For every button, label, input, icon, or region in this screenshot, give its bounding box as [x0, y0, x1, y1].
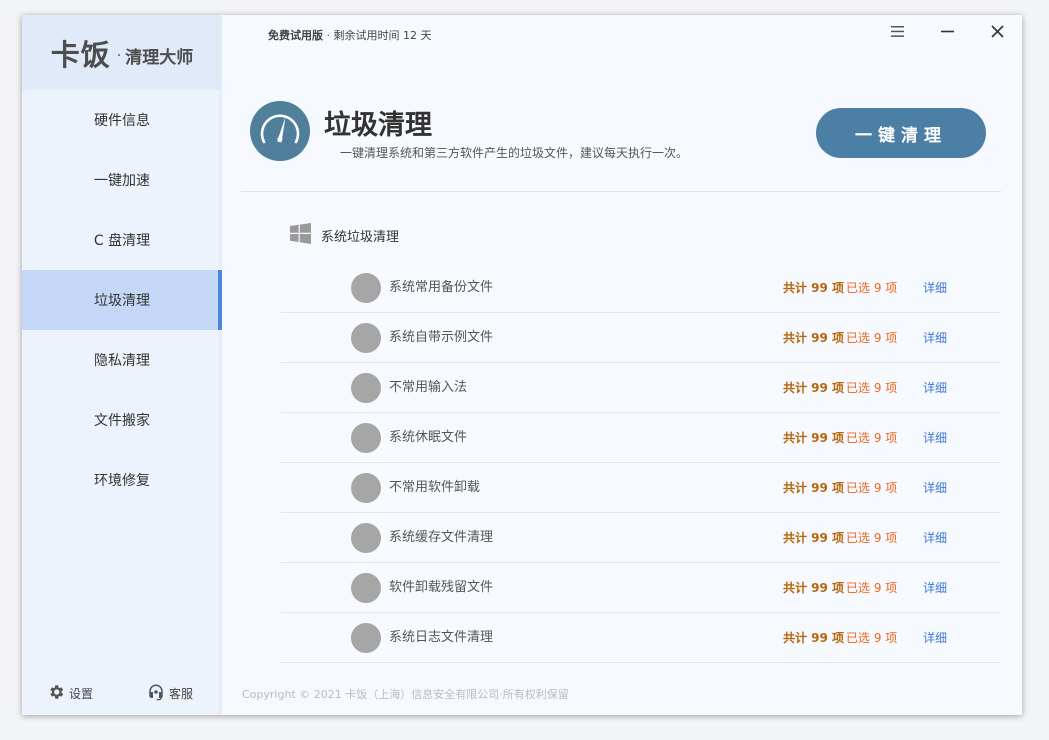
sidebar-item-label: 隐私清理 [94, 353, 150, 369]
item-selected: 已选 9 项 [846, 481, 898, 495]
settings-button[interactable]: 设置 [47, 683, 93, 704]
list-item: 系统日志文件清理 共计 99 项 已选 9 项 详细 [281, 613, 1001, 663]
trial-edition: 免费试用版 [268, 29, 323, 42]
section-header: 系统垃圾清理 [290, 223, 399, 248]
item-detail-link[interactable]: 详细 [923, 513, 947, 563]
item-total: 共计 99 项 [783, 331, 845, 345]
app-window: 卡饭 · 清理大师 硬件信息 一键加速 C 盘清理 垃圾清理 隐私清理 文件搬家… [22, 15, 1022, 715]
sidebar-item-label: 文件搬家 [94, 413, 150, 429]
app-logo: 卡饭 · 清理大师 [22, 15, 222, 90]
sidebar-item-file-move[interactable]: 文件搬家 [22, 390, 222, 450]
sidebar-item-label: C 盘清理 [93, 233, 151, 249]
page-title: 垃圾清理 [324, 110, 432, 141]
sidebar-item-label: 环境修复 [94, 473, 150, 489]
sidebar-item-junk-clean[interactable]: 垃圾清理 [22, 270, 222, 330]
item-name: 系统自带示例文件 [389, 330, 494, 345]
list-item: 不常用输入法 共计 99 项 已选 9 项 详细 [281, 363, 1001, 413]
sidebar-item-env-repair[interactable]: 环境修复 [22, 450, 222, 510]
item-select-toggle[interactable] [351, 623, 381, 653]
windows-logo-icon [290, 223, 311, 248]
item-detail-link[interactable]: 详细 [923, 413, 947, 463]
item-name: 不常用软件卸载 [389, 480, 481, 495]
item-total: 共计 99 项 [783, 631, 845, 645]
item-selected: 已选 9 项 [846, 331, 898, 345]
logo-brand: 卡饭 [50, 37, 111, 72]
trial-remaining: 剩余试用时间 12 天 [333, 29, 432, 42]
customer-service-button[interactable]: 客服 [147, 683, 193, 704]
item-select-toggle[interactable] [351, 373, 381, 403]
list-item: 系统休眠文件 共计 99 项 已选 9 项 详细 [281, 413, 1001, 463]
item-select-toggle[interactable] [351, 523, 381, 553]
item-select-toggle[interactable] [351, 473, 381, 503]
sidebar-item-speed-up[interactable]: 一键加速 [22, 150, 222, 210]
clean-item-list: 系统常用备份文件 共计 99 项 已选 9 项 详细 系统自带示例文件 共计 9… [281, 263, 1001, 663]
settings-label: 设置 [69, 686, 94, 701]
item-total: 共计 99 项 [783, 431, 845, 445]
one-click-clean-button[interactable]: 一键清理 [816, 108, 986, 158]
item-total: 共计 99 项 [783, 581, 845, 595]
item-total: 共计 99 项 [783, 281, 845, 295]
item-select-toggle[interactable] [351, 423, 381, 453]
item-detail-link[interactable]: 详细 [923, 563, 947, 613]
item-name: 软件卸载残留文件 [389, 580, 494, 595]
sidebar-item-label: 一键加速 [94, 173, 150, 189]
item-selected: 已选 9 项 [846, 381, 898, 395]
sidebar-footer: 设置 客服 [22, 680, 222, 706]
item-selected: 已选 9 项 [846, 431, 898, 445]
item-select-toggle[interactable] [351, 323, 381, 353]
menu-icon[interactable] [885, 21, 909, 41]
list-item: 不常用软件卸载 共计 99 项 已选 9 项 详细 [281, 463, 1001, 513]
gear-icon [47, 683, 65, 704]
item-name: 系统日志文件清理 [389, 630, 494, 645]
item-detail-link[interactable]: 详细 [923, 613, 947, 663]
item-detail-link[interactable]: 详细 [923, 263, 947, 313]
item-name: 系统缓存文件清理 [389, 530, 494, 545]
item-total: 共计 99 项 [783, 381, 845, 395]
item-detail-link[interactable]: 详细 [923, 313, 947, 363]
gauge-icon [250, 101, 310, 161]
item-selected: 已选 9 项 [846, 281, 898, 295]
item-select-toggle[interactable] [351, 273, 381, 303]
headset-icon [147, 683, 165, 704]
item-total: 共计 99 项 [783, 531, 845, 545]
sidebar-nav: 硬件信息 一键加速 C 盘清理 垃圾清理 隐私清理 文件搬家 环境修复 [22, 90, 222, 510]
close-icon[interactable] [985, 21, 1009, 41]
sidebar-item-label: 垃圾清理 [94, 293, 150, 309]
sidebar: 卡饭 · 清理大师 硬件信息 一键加速 C 盘清理 垃圾清理 隐私清理 文件搬家… [22, 15, 222, 715]
main-panel: 免费试用版 · 剩余试用时间 12 天 垃圾清理 一键清理系统和第三方软件产生的… [222, 15, 1022, 715]
item-selected: 已选 9 项 [846, 581, 898, 595]
sidebar-item-hardware-info[interactable]: 硬件信息 [22, 90, 222, 150]
item-detail-link[interactable]: 详细 [923, 463, 947, 513]
item-select-toggle[interactable] [351, 573, 381, 603]
trial-separator: · [326, 29, 331, 42]
service-label: 客服 [169, 686, 194, 701]
page-description: 一键清理系统和第三方软件产生的垃圾文件，建议每天执行一次。 [340, 146, 689, 160]
logo-separator: · [116, 47, 122, 64]
item-name: 不常用输入法 [389, 380, 468, 395]
list-item: 软件卸载残留文件 共计 99 项 已选 9 项 详细 [281, 563, 1001, 613]
sidebar-item-privacy-clean[interactable]: 隐私清理 [22, 330, 222, 390]
sidebar-item-label: 硬件信息 [94, 113, 150, 129]
list-item: 系统常用备份文件 共计 99 项 已选 9 项 详细 [281, 263, 1001, 313]
item-name: 系统休眠文件 [389, 430, 468, 445]
item-selected: 已选 9 项 [846, 631, 898, 645]
minimize-icon[interactable] [935, 21, 959, 41]
sidebar-item-c-drive-clean[interactable]: C 盘清理 [22, 210, 222, 270]
copyright-text: Copyright © 2021 卡饭（上海）信息安全有限公司·所有权利保留 [242, 688, 569, 701]
list-item: 系统缓存文件清理 共计 99 项 已选 9 项 详细 [281, 513, 1001, 563]
list-item: 系统自带示例文件 共计 99 项 已选 9 项 详细 [281, 313, 1001, 363]
item-total: 共计 99 项 [783, 481, 845, 495]
item-selected: 已选 9 项 [846, 531, 898, 545]
item-name: 系统常用备份文件 [389, 280, 494, 295]
section-title: 系统垃圾清理 [321, 230, 400, 245]
logo-subtitle: 清理大师 [125, 48, 194, 68]
item-detail-link[interactable]: 详细 [923, 363, 947, 413]
header-divider [241, 191, 1001, 192]
trial-info: 免费试用版 · 剩余试用时间 12 天 [252, 27, 442, 45]
